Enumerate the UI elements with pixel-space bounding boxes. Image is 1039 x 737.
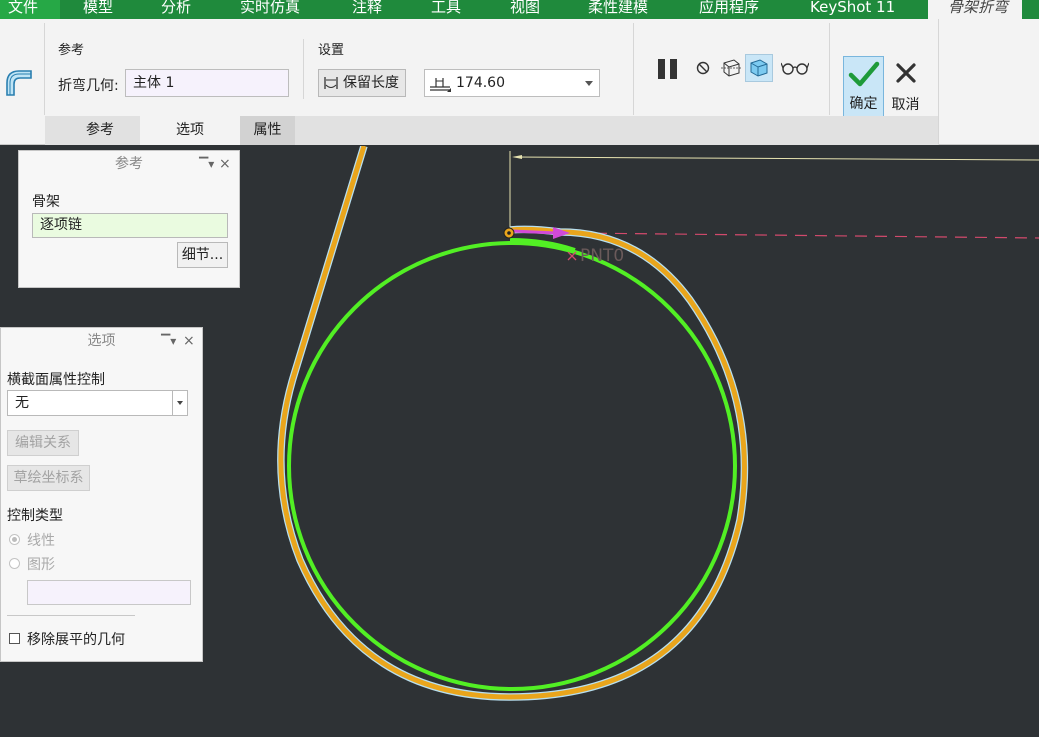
- pin-icon[interactable]: ▔▾: [199, 151, 214, 177]
- edit-relations-button[interactable]: 编辑关系: [7, 430, 79, 456]
- bent-body[interactable]: [278, 146, 747, 700]
- menu-bar: 文件 模型 分析 实时仿真 注释 工具 视图 柔性建模 应用程序 KeyShot…: [0, 0, 1039, 19]
- length-value: 174.60: [456, 75, 505, 91]
- keep-length-button[interactable]: 保留长度: [318, 69, 406, 97]
- spinal-bend-feature-icon: [2, 66, 34, 98]
- direction-arrow-shaft: [511, 229, 557, 235]
- no-preview-button[interactable]: [693, 58, 713, 78]
- menu-model[interactable]: 模型: [83, 0, 113, 17]
- pin-icon[interactable]: ▔▾: [161, 328, 176, 354]
- dimension-arrow: [512, 155, 522, 159]
- tab-references[interactable]: 参考: [60, 116, 140, 145]
- settings-group-title: 设置: [318, 43, 345, 58]
- verify-preview-button[interactable]: [745, 54, 773, 82]
- skeleton-curve[interactable]: [287, 241, 737, 691]
- tab-properties[interactable]: 属性: [240, 116, 295, 145]
- tab-options[interactable]: 选项: [140, 116, 240, 145]
- length-dropdown[interactable]: 174.60: [424, 69, 600, 97]
- menu-file[interactable]: 文件: [0, 0, 60, 19]
- dimension-icon: [430, 78, 451, 92]
- ribbon: 参考 折弯几何: 主体 1 设置 保留长度 174.60 确定 取消 参考 选项…: [0, 19, 1039, 145]
- reference-panel-title: 参考: [115, 156, 143, 172]
- reference-group-title: 参考: [58, 43, 85, 58]
- section-control-label: 横截面属性控制: [7, 372, 105, 388]
- skeleton-collector[interactable]: 逐项链: [32, 213, 228, 238]
- menu-flexible-modeling[interactable]: 柔性建模: [588, 0, 648, 17]
- options-panel-header: 选项 ▔▾ ×: [1, 328, 202, 354]
- bend-geometry-field[interactable]: 主体 1: [125, 69, 289, 97]
- pnt0-label: PNT0: [580, 246, 624, 266]
- keep-length-icon: [324, 77, 338, 89]
- dashboard-tabs: 参考 选项 属性: [45, 116, 938, 145]
- menu-spinal-bend[interactable]: 骨架折弯: [928, 0, 1023, 19]
- divider: [7, 615, 135, 616]
- pause-icon: [658, 59, 677, 79]
- no-preview-icon: [696, 61, 710, 75]
- chevron-down-icon: [585, 81, 593, 86]
- section-control-select[interactable]: 无: [7, 390, 188, 416]
- options-panel-title: 选项: [87, 333, 116, 349]
- preview-glasses-button[interactable]: [780, 57, 810, 79]
- keep-length-label: 保留长度: [343, 75, 399, 91]
- separate-preview-button[interactable]: [718, 55, 744, 81]
- bend-geometry-label: 折弯几何:: [58, 78, 119, 94]
- dimension-line: [513, 156, 1039, 161]
- section-control-value: 无: [15, 395, 29, 411]
- menu-view[interactable]: 视图: [510, 0, 540, 17]
- details-button[interactable]: 细节...: [177, 242, 228, 268]
- linear-radio[interactable]: [9, 534, 20, 545]
- close-icon: [896, 63, 916, 83]
- graph-label: 图形: [27, 557, 55, 573]
- ok-button[interactable]: 确定: [843, 56, 884, 118]
- verify-preview-icon: [750, 59, 768, 77]
- menu-applications[interactable]: 应用程序: [699, 0, 759, 17]
- menu-analysis[interactable]: 分析: [161, 0, 191, 17]
- remove-flat-checkbox[interactable]: [9, 633, 20, 644]
- menu-realtime-sim[interactable]: 实时仿真: [240, 0, 300, 17]
- glasses-icon: [781, 62, 809, 75]
- linear-label: 线性: [27, 533, 55, 549]
- reference-panel-header: 参考 ▔▾ ×: [19, 151, 239, 177]
- graph-select-field[interactable]: [27, 580, 191, 605]
- remove-flat-label: 移除展平的几何: [27, 632, 125, 648]
- menu-tools[interactable]: 工具: [431, 0, 461, 17]
- ok-label: 确定: [849, 96, 878, 112]
- close-icon[interactable]: ×: [219, 151, 231, 177]
- skeleton-label: 骨架: [32, 194, 60, 210]
- reference-panel: 参考 ▔▾ × 骨架 逐项链 细节...: [18, 150, 240, 288]
- cancel-label: 取消: [891, 97, 920, 113]
- sketch-csys-button[interactable]: 草绘坐标系: [7, 465, 90, 491]
- chevron-down-icon: [172, 391, 187, 415]
- menu-annotate[interactable]: 注释: [352, 0, 382, 17]
- checkmark-icon: [848, 61, 880, 87]
- separate-preview-icon: [721, 59, 741, 77]
- control-type-label: 控制类型: [7, 508, 63, 524]
- cancel-button[interactable]: 取消: [885, 56, 926, 118]
- menu-keyshot[interactable]: KeyShot 11: [810, 0, 895, 17]
- close-icon[interactable]: ×: [183, 328, 195, 354]
- options-panel: 选项 ▔▾ × 横截面属性控制 无 编辑关系 草绘坐标系 控制类型 线性 图形 …: [0, 327, 203, 662]
- datum-axis: [574, 232, 1039, 239]
- pause-button[interactable]: [654, 55, 682, 83]
- graph-radio[interactable]: [9, 558, 20, 569]
